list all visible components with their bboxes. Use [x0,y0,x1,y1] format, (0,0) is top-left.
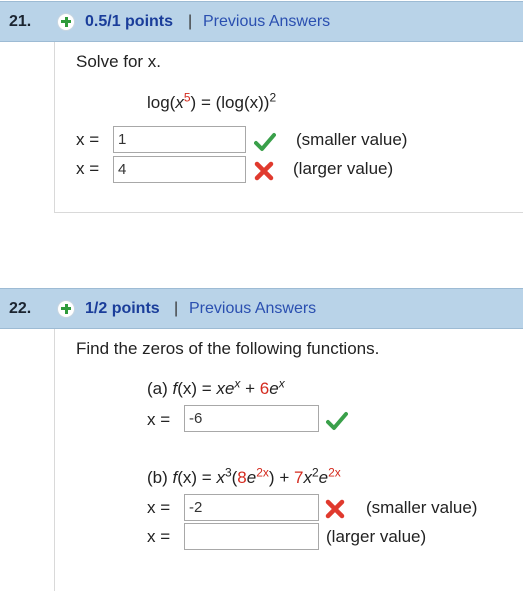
cross-icon [254,161,274,181]
question-21-header: 21. 0.5/1 points | Previous Answers [0,1,523,42]
answer-label: x = [147,410,171,429]
equation: log(x5) = (log(x))2 [147,90,277,112]
answer-input-smaller[interactable] [113,126,246,153]
answer-input-larger[interactable] [113,156,246,183]
points-score[interactable]: 0.5/1 points [85,13,173,31]
cross-icon [325,499,345,519]
check-icon [254,133,276,151]
question-number: 22. [9,299,32,317]
answer-hint: (smaller value) [366,498,478,517]
points-score[interactable]: 1/2 points [85,300,160,318]
answer-label: x = [147,498,171,517]
answer-label: x = [147,527,171,546]
separator: | [174,299,179,317]
question-22-header: 22. 1/2 points | Previous Answers [0,288,523,329]
answer-hint: (smaller value) [296,130,408,149]
equation-b: (b) f(x) = x3(8e2x) + 7x2e2x [147,465,341,487]
answer-input-a[interactable] [184,405,319,432]
check-icon [326,412,348,430]
question-prompt: Find the zeros of the following function… [76,339,380,358]
previous-answers-link[interactable]: Previous Answers [189,300,316,318]
plus-icon[interactable] [57,299,75,318]
answer-input-b-smaller[interactable] [184,494,319,521]
question-number: 21. [9,12,32,30]
answer-hint: (larger value) [293,159,394,178]
plus-icon[interactable] [57,12,75,31]
answer-input-b-larger[interactable] [184,523,319,550]
question-22-body [54,329,523,591]
question-prompt: Solve for x. [76,52,162,71]
previous-answers-link[interactable]: Previous Answers [203,13,330,31]
answer-label: x = [76,130,100,149]
equation-a: (a) f(x) = xex + 6ex [147,376,285,398]
answer-hint: (larger value) [326,527,427,546]
answer-label: x = [76,159,100,178]
separator: | [188,12,193,30]
